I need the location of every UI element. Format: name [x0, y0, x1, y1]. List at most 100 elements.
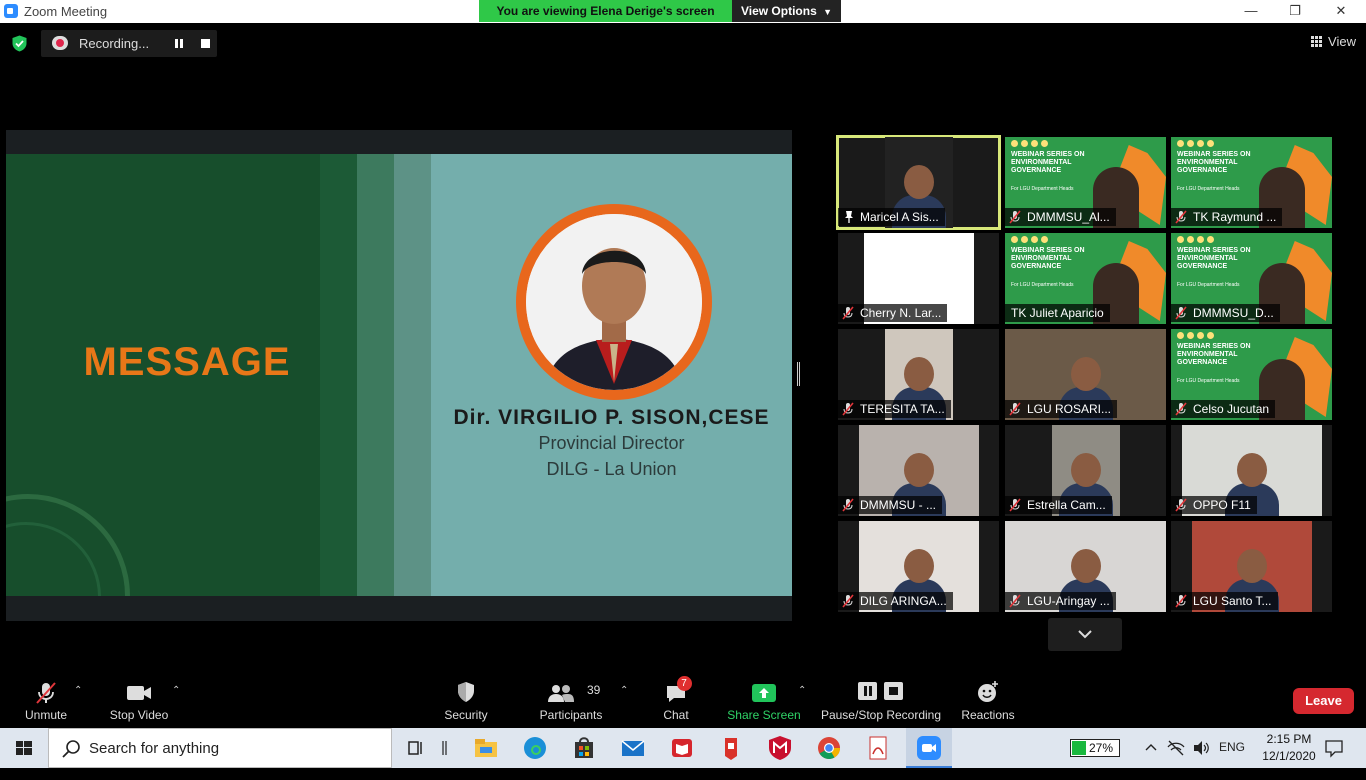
unmute-button[interactable]: Unmute: [18, 671, 74, 728]
microphone-muted-icon: [842, 402, 854, 416]
participant-tile[interactable]: DMMMSU - ...: [838, 425, 999, 516]
slide-stripe: [394, 154, 431, 596]
participant-name: Cherry N. Lar...: [860, 306, 942, 320]
webinar-title: WEBINAR SERIES ON ENVIRONMENTAL GOVERNAN…: [1011, 151, 1085, 174]
meeting-toolbar: Unmute ⌃ Stop Video ⌃ Security 39 Partic…: [0, 671, 1366, 728]
microphone-muted-icon: [1009, 402, 1021, 416]
participants-label: Participants: [539, 708, 603, 722]
video-options-caret-icon[interactable]: ⌃: [172, 685, 180, 696]
participant-tile[interactable]: LGU-Aringay ...: [1005, 521, 1166, 612]
restore-icon: ❐: [1289, 3, 1301, 18]
participant-name-label: TERESITA TA...: [838, 400, 951, 418]
participant-face: [903, 357, 934, 391]
participant-tile[interactable]: WEBINAR SERIES ON ENVIRONMENTAL GOVERNAN…: [1171, 233, 1332, 324]
participant-tile[interactable]: WEBINAR SERIES ON ENVIRONMENTAL GOVERNAN…: [1171, 137, 1332, 228]
share-options-caret-icon[interactable]: ⌃: [798, 685, 806, 696]
shared-screen: MESSAGE Dir. VIRGILIO P. SISON,CESE Prov…: [6, 130, 792, 621]
participant-tile[interactable]: WEBINAR SERIES ON ENVIRONMENTAL GOVERNAN…: [1171, 329, 1332, 420]
network-disconnected-icon[interactable]: [1166, 739, 1186, 757]
view-button[interactable]: View: [1311, 34, 1356, 49]
reactions-label: Reactions: [961, 708, 1015, 722]
participant-name: DMMMSU_D...: [1193, 306, 1274, 320]
reactions-button[interactable]: Reactions: [958, 671, 1018, 728]
resize-handle[interactable]: [797, 362, 800, 386]
chat-button[interactable]: 7 Chat: [650, 671, 702, 728]
taskbar-zoom-active[interactable]: [906, 728, 952, 768]
file-explorer-icon[interactable]: [472, 734, 500, 762]
webinar-logos: [1011, 140, 1048, 147]
participants-options-caret-icon[interactable]: ⌃: [620, 685, 628, 696]
volume-icon[interactable]: [1192, 739, 1210, 757]
participant-tile[interactable]: OPPO F11: [1171, 425, 1332, 516]
close-button[interactable]: ✕: [1318, 0, 1364, 23]
battery-indicator[interactable]: 27%: [1070, 739, 1120, 757]
minimize-icon: —: [1244, 3, 1258, 18]
show-hidden-icons-chevron-icon[interactable]: [1144, 741, 1158, 755]
battery-fill: [1072, 741, 1086, 755]
notifications-icon[interactable]: [1324, 738, 1344, 758]
maximize-button[interactable]: ❐: [1272, 0, 1318, 23]
participant-tile[interactable]: Estrella Cam...: [1005, 425, 1166, 516]
participant-name: Estrella Cam...: [1027, 498, 1106, 512]
reader-app-icon[interactable]: [668, 734, 696, 762]
security-button[interactable]: Security: [438, 671, 494, 728]
speaker-name: Dir. VIRGILIO P. SISON,CESE: [453, 406, 770, 429]
participant-tile[interactable]: Maricel A Sis...: [836, 135, 1001, 230]
participant-name: DMMMSU_Al...: [1027, 210, 1110, 224]
system-clock[interactable]: 2:15 PM 12/1/2020: [1260, 731, 1318, 765]
pause-recording-icon[interactable]: [175, 39, 183, 48]
start-button[interactable]: [0, 728, 48, 768]
participant-face: [903, 165, 934, 199]
participant-tile[interactable]: Cherry N. Lar...: [838, 233, 999, 324]
participant-face: [903, 453, 934, 487]
chrome-browser-icon[interactable]: [815, 734, 843, 762]
participant-tile[interactable]: LGU Santo T...: [1171, 521, 1332, 612]
stop-video-button[interactable]: Stop Video: [104, 671, 174, 728]
minimize-button[interactable]: —: [1228, 0, 1274, 23]
participant-name-label: LGU ROSARI...: [1005, 400, 1118, 418]
edge-browser-icon[interactable]: [521, 734, 549, 762]
task-view-icon[interactable]: [403, 734, 431, 762]
stop-recording-icon[interactable]: [201, 39, 210, 48]
participant-tile[interactable]: LGU ROSARI...: [1005, 329, 1166, 420]
participants-button[interactable]: 39 Participants: [534, 671, 608, 728]
wps-app-icon[interactable]: [717, 734, 745, 762]
pause-stop-recording-button[interactable]: Pause/Stop Recording: [820, 671, 942, 728]
pdf-reader-icon[interactable]: [864, 734, 892, 762]
close-icon: ✕: [1335, 3, 1347, 18]
webinar-title: WEBINAR SERIES ON ENVIRONMENTAL GOVERNAN…: [1177, 343, 1251, 366]
participant-tile[interactable]: WEBINAR SERIES ON ENVIRONMENTAL GOVERNAN…: [1005, 233, 1166, 324]
window-title: Zoom Meeting: [24, 4, 108, 19]
participant-tile[interactable]: TERESITA TA...: [838, 329, 999, 420]
windows-logo-icon: [16, 741, 32, 755]
input-language[interactable]: ENG: [1219, 740, 1245, 780]
microsoft-store-icon[interactable]: [570, 734, 598, 762]
share-screen-button[interactable]: Share Screen: [726, 671, 802, 728]
encryption-shield-icon[interactable]: [11, 35, 28, 52]
speaker-photo: [526, 214, 702, 390]
taskbar-search-box[interactable]: Search for anything: [48, 728, 392, 768]
pause-stop-recording-icon: [858, 682, 903, 700]
webinar-subtitle: For LGU Department Heads: [1011, 282, 1074, 288]
chat-label: Chat: [663, 708, 689, 722]
participant-name-label: TK Raymund ...: [1171, 208, 1283, 226]
battery-percent: 27%: [1088, 741, 1113, 755]
mcafee-icon[interactable]: [766, 734, 794, 762]
webinar-subtitle: For LGU Department Heads: [1011, 186, 1074, 192]
chevron-down-icon: [1078, 630, 1092, 639]
gallery-next-page-button[interactable]: [1048, 618, 1122, 651]
view-options-button[interactable]: View Options ▼: [732, 0, 841, 22]
webinar-subtitle: For LGU Department Heads: [1177, 186, 1240, 192]
webinar-subtitle: For LGU Department Heads: [1177, 282, 1240, 288]
participant-name-label: DMMMSU_Al...: [1005, 208, 1116, 226]
speaker-portrait: [516, 204, 712, 400]
participant-name-label: OPPO F11: [1171, 496, 1257, 514]
leave-meeting-button[interactable]: Leave: [1293, 688, 1354, 714]
mail-icon[interactable]: [619, 734, 647, 762]
participant-tile[interactable]: DILG ARINGA...: [838, 521, 999, 612]
audio-options-caret-icon[interactable]: ⌃: [74, 685, 82, 696]
participant-tile[interactable]: WEBINAR SERIES ON ENVIRONMENTAL GOVERNAN…: [1005, 137, 1166, 228]
participant-face: [1236, 453, 1267, 487]
unmute-label: Unmute: [24, 708, 68, 722]
share-screen-icon: [752, 684, 776, 702]
